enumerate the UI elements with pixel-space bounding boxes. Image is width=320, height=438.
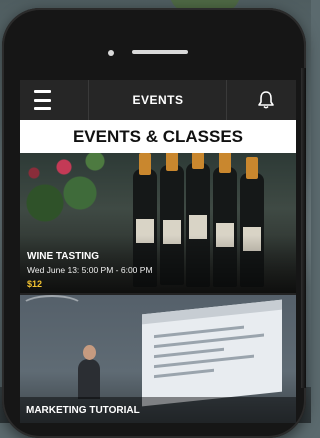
- bar-divider: [88, 80, 89, 120]
- app-screen: EVENTS EVENTS & CLASSES WINE TASTING Wed…: [20, 80, 296, 423]
- event-caption: MARKETING TUTORIAL: [20, 397, 296, 423]
- event-card-marketing-tutorial[interactable]: MARKETING TUTORIAL: [20, 295, 296, 423]
- presenter-figure: [78, 345, 100, 399]
- top-app-bar: EVENTS: [20, 80, 296, 120]
- earpiece-speaker: [132, 50, 188, 54]
- bar-divider: [226, 80, 227, 120]
- projector-screen: [142, 299, 282, 407]
- cable-decor: [20, 295, 84, 319]
- event-card-wine-tasting[interactable]: WINE TASTING Wed June 13: 5:00 PM - 6:00…: [20, 153, 296, 293]
- front-camera: [108, 50, 114, 56]
- event-title: MARKETING TUTORIAL: [26, 405, 140, 416]
- event-price: $12: [27, 279, 43, 289]
- page-title: EVENTS: [132, 93, 184, 107]
- flowers-decor: [20, 153, 115, 233]
- phone-side-edge: [301, 68, 306, 388]
- event-title: WINE TASTING: [27, 251, 100, 262]
- hamburger-menu-icon[interactable]: [34, 90, 74, 110]
- event-caption: WINE TASTING Wed June 13: 5:00 PM - 6:00…: [20, 235, 296, 293]
- event-datetime: Wed June 13: 5:00 PM - 6:00 PM: [27, 265, 153, 275]
- bell-icon[interactable]: [256, 90, 276, 110]
- section-heading: EVENTS & CLASSES: [20, 120, 296, 153]
